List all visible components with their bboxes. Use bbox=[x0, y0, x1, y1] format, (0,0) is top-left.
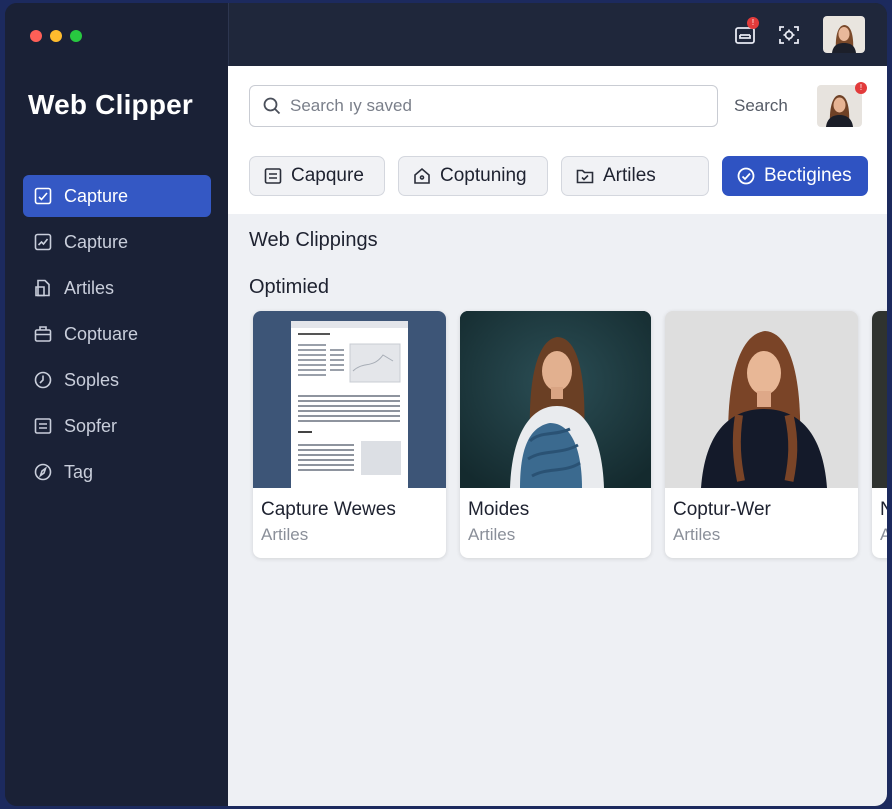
chip-capqure[interactable]: Capqure bbox=[249, 156, 385, 196]
portrait-thumbnail bbox=[872, 311, 887, 488]
inbox-icon[interactable]: ! bbox=[733, 17, 759, 47]
card-subtitle: A bbox=[880, 525, 887, 544]
card-title: Moides bbox=[468, 499, 530, 520]
app-title: Web Clipper bbox=[28, 89, 194, 120]
chart-box-icon bbox=[33, 186, 53, 206]
notification-badge: ! bbox=[747, 17, 759, 29]
briefcase-icon bbox=[33, 324, 53, 344]
search-header: Search ! Capqure Coptuning bbox=[228, 66, 887, 214]
chip-label: Coptuning bbox=[440, 165, 527, 186]
window-controls bbox=[30, 30, 82, 42]
home-icon bbox=[414, 167, 430, 184]
sidebar-item-label: Capture bbox=[64, 185, 129, 206]
chip-label: Bectigines bbox=[764, 165, 852, 186]
search-input[interactable] bbox=[290, 96, 690, 116]
sidebar-item-soples[interactable]: Soples bbox=[23, 359, 211, 401]
card-title: Coptur-Wer bbox=[673, 499, 771, 520]
clip-card[interactable]: N A bbox=[872, 311, 887, 558]
profile-badge: ! bbox=[855, 82, 867, 94]
sidebar-item-label: Artiles bbox=[64, 277, 115, 298]
search-button[interactable]: Search bbox=[734, 96, 788, 116]
sidebar-item-capture[interactable]: Capture bbox=[23, 175, 211, 217]
sidebar-nav: Capture Capture Artiles Coptuare Soples … bbox=[23, 175, 211, 497]
card-title: Capture Wewes bbox=[261, 499, 396, 520]
sidebar-item-artiles[interactable]: Artiles bbox=[23, 267, 211, 309]
chip-artiles[interactable]: Artiles bbox=[561, 156, 709, 196]
capture-icon[interactable] bbox=[777, 23, 801, 47]
section-heading: Web Clippings bbox=[249, 229, 378, 251]
close-window-button[interactable] bbox=[30, 30, 42, 42]
section-subheading: Optimied bbox=[249, 276, 330, 298]
sidebar-item-sopfer[interactable]: Sopfer bbox=[23, 405, 211, 447]
list-box-icon bbox=[264, 168, 282, 184]
clip-card[interactable]: Moides Artiles bbox=[460, 311, 651, 558]
sidebar-item-label: Coptuare bbox=[64, 323, 139, 344]
portrait-thumbnail bbox=[665, 311, 858, 488]
folder-check-icon bbox=[576, 169, 594, 184]
sidebar: Web Clipper Capture Capture Artiles Copt… bbox=[5, 3, 228, 806]
card-subtitle: Artiles bbox=[468, 525, 516, 544]
sidebar-item-coptuare[interactable]: Coptuare bbox=[23, 313, 211, 355]
user-avatar[interactable] bbox=[823, 16, 865, 53]
top-bar: ! bbox=[228, 3, 887, 66]
search-field[interactable] bbox=[249, 85, 718, 127]
chip-label: Artiles bbox=[603, 165, 656, 186]
card-subtitle: Artiles bbox=[673, 525, 721, 544]
sidebar-item-tag[interactable]: Tag bbox=[23, 451, 211, 493]
chip-coptuning[interactable]: Coptuning bbox=[398, 156, 548, 196]
document-icon bbox=[33, 278, 53, 298]
chip-bectigines[interactable]: Bectigines bbox=[722, 156, 868, 196]
sidebar-item-label: Sopfer bbox=[64, 415, 118, 436]
search-icon bbox=[263, 97, 281, 115]
chart-check-icon bbox=[33, 232, 53, 252]
sidebar-item-label: Capture bbox=[64, 231, 129, 252]
sidebar-item-label: Soples bbox=[64, 369, 120, 390]
clip-card[interactable]: Capture Wewes Artiles bbox=[253, 311, 446, 558]
clip-card[interactable]: Coptur-Wer Artiles bbox=[665, 311, 858, 558]
zoom-window-button[interactable] bbox=[70, 30, 82, 42]
minimize-window-button[interactable] bbox=[50, 30, 62, 42]
list-box-icon bbox=[33, 416, 53, 436]
document-thumbnail bbox=[253, 311, 446, 488]
compass-icon bbox=[33, 462, 53, 482]
clock-icon bbox=[33, 370, 53, 390]
portrait-thumbnail bbox=[460, 311, 651, 488]
chip-label: Capqure bbox=[291, 165, 364, 186]
card-subtitle: Artiles bbox=[261, 525, 309, 544]
app-window: Web Clipper Capture Capture Artiles Copt… bbox=[5, 3, 887, 806]
main-content: Search ! Capqure Coptuning bbox=[228, 66, 887, 806]
sidebar-item-label: Tag bbox=[64, 461, 94, 482]
sidebar-item-capture-2[interactable]: Capture bbox=[23, 221, 211, 263]
card-title: N bbox=[880, 499, 887, 520]
check-circle-icon bbox=[737, 167, 755, 185]
